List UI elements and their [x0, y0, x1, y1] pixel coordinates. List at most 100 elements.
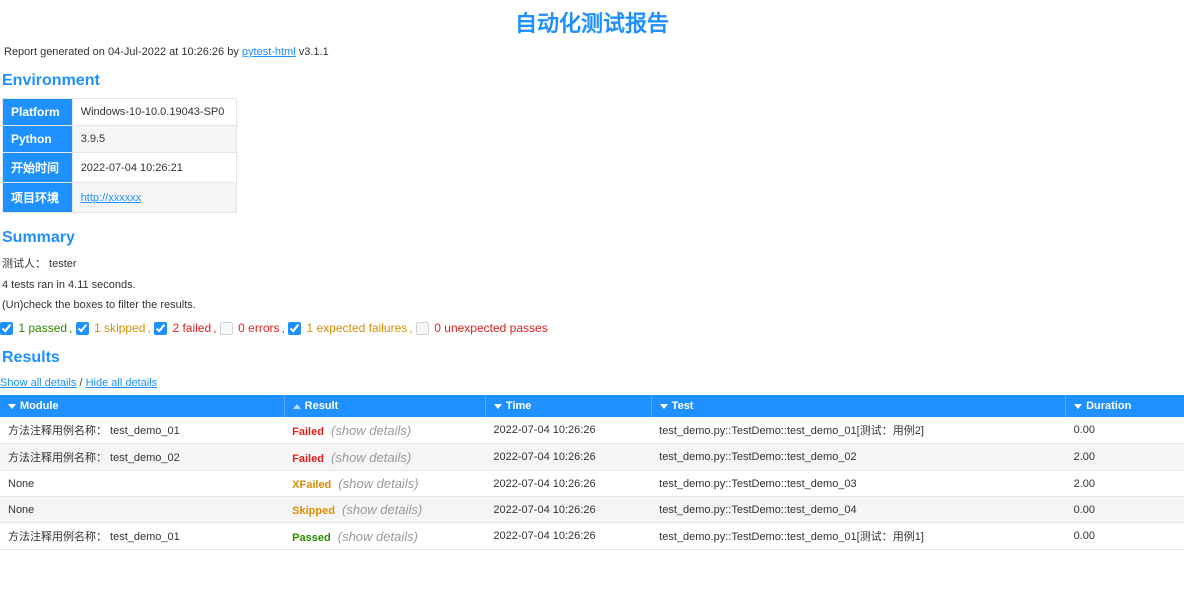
col-module-header[interactable]: Module [0, 395, 284, 417]
generated-prefix: Report generated on 04-Jul-2022 at 10:26… [4, 46, 242, 58]
cell-time: 2022-07-04 10:26:26 [485, 417, 651, 444]
col-duration-header[interactable]: Duration [1066, 395, 1184, 417]
show-all-details-link[interactable]: Show all details [0, 377, 76, 389]
comma: , [69, 321, 76, 335]
filter-passed-checkbox[interactable] [0, 322, 13, 335]
filter-xpass-label: 0 unexpected passes [434, 321, 547, 335]
filter-errors-checkbox [220, 322, 233, 335]
sort-down-icon [8, 404, 16, 409]
filter-errors: 0 errors [220, 321, 280, 335]
filter-xpass-checkbox [416, 322, 429, 335]
cell-duration: 0.00 [1066, 497, 1184, 523]
col-time-label: Time [506, 400, 531, 412]
environment-heading: Environment [0, 66, 1184, 98]
filter-failed-label: 2 failed [172, 321, 211, 335]
cell-test: test_demo.py::TestDemo::test_demo_04 [651, 497, 1065, 523]
detail-links: Show all details / Hide all details [0, 375, 1184, 395]
env-key: 开始时间 [3, 153, 73, 183]
sort-up-icon [293, 404, 301, 409]
cell-time: 2022-07-04 10:26:26 [485, 497, 651, 523]
environment-table: PlatformWindows-10-10.0.19043-SP0Python3… [2, 98, 237, 213]
cell-module: 方法注释用例名称： test_demo_01 [0, 523, 284, 550]
pytest-html-link[interactable]: pytest-html [242, 46, 296, 58]
filter-passed[interactable]: 1 passed [0, 321, 67, 335]
show-details-link[interactable]: (show details) [331, 423, 411, 438]
filter-failed[interactable]: 2 failed [154, 321, 211, 335]
comma: , [213, 321, 220, 335]
show-details-link[interactable]: (show details) [342, 502, 422, 517]
cell-test: test_demo.py::TestDemo::test_demo_02 [651, 444, 1065, 471]
run-line: 4 tests ran in 4.11 seconds. [0, 279, 1184, 299]
filter-errors-label: 0 errors [238, 321, 279, 335]
status-badge: Failed [292, 426, 324, 438]
cell-module: None [0, 497, 284, 523]
results-table: Module Result Time Test Duration 方法注释用例名… [0, 395, 1184, 550]
filter-skipped-label: 1 skipped [94, 321, 145, 335]
filter-skipped[interactable]: 1 skipped [76, 321, 146, 335]
col-test-header[interactable]: Test [651, 395, 1065, 417]
cell-time: 2022-07-04 10:26:26 [485, 523, 651, 550]
table-row: 方法注释用例名称： test_demo_01 Passed (show detai… [0, 523, 1184, 550]
col-module-label: Module [20, 400, 59, 412]
cell-duration: 0.00 [1066, 523, 1184, 550]
col-time-header[interactable]: Time [485, 395, 651, 417]
filter-passed-label: 1 passed [18, 321, 67, 335]
show-details-link[interactable]: (show details) [338, 476, 418, 491]
generated-version: v3.1.1 [296, 46, 329, 58]
env-key: Platform [3, 99, 73, 126]
cell-test: test_demo.py::TestDemo::test_demo_01[测试：… [651, 417, 1065, 444]
env-row: PlatformWindows-10-10.0.19043-SP0 [3, 99, 237, 126]
env-row: 项目环境 http://xxxxxx [3, 183, 237, 213]
detail-links-sep: / [76, 377, 85, 389]
env-key: 项目环境 [3, 183, 73, 213]
col-test-label: Test [672, 400, 694, 412]
filter-xfail-checkbox[interactable] [288, 322, 301, 335]
env-value: 2022-07-04 10:26:21 [72, 153, 237, 183]
status-badge: XFailed [292, 479, 331, 491]
filter-failed-checkbox[interactable] [154, 322, 167, 335]
cell-test: test_demo.py::TestDemo::test_demo_03 [651, 471, 1065, 497]
sort-down-icon [1074, 404, 1082, 409]
cell-duration: 0.00 [1066, 417, 1184, 444]
cell-test: test_demo.py::TestDemo::test_demo_01[测试：… [651, 523, 1065, 550]
filter-xfail-label: 1 expected failures [307, 321, 408, 335]
cell-module: 方法注释用例名称： test_demo_01 [0, 417, 284, 444]
table-row: 方法注释用例名称： test_demo_01Failed (show detai… [0, 417, 1184, 444]
filter-xfail[interactable]: 1 expected failures [288, 321, 407, 335]
col-result-header[interactable]: Result [284, 395, 485, 417]
cell-result: Failed (show details) [284, 417, 485, 444]
sort-down-icon [660, 404, 668, 409]
sort-down-icon [494, 404, 502, 409]
env-key: Python [3, 126, 73, 153]
cell-duration: 2.00 [1066, 444, 1184, 471]
table-row: 方法注释用例名称： test_demo_02Failed (show detai… [0, 444, 1184, 471]
tester-line: 测试人： tester [0, 255, 1184, 279]
comma: , [409, 321, 416, 335]
cell-result: Failed (show details) [284, 444, 485, 471]
env-row: Python3.9.5 [3, 126, 237, 153]
env-row: 开始时间2022-07-04 10:26:21 [3, 153, 237, 183]
filter-bar: 1 passed, 1 skipped, 2 failed, 0 errors,… [0, 319, 1184, 343]
filter-xpass: 0 unexpected passes [416, 321, 548, 335]
cell-module: None [0, 471, 284, 497]
summary-heading: Summary [0, 223, 1184, 255]
env-value: 3.9.5 [72, 126, 237, 153]
table-row: None Skipped (show details) 2022-07-04 10:… [0, 497, 1184, 523]
col-duration-label: Duration [1086, 400, 1131, 412]
show-details-link[interactable]: (show details) [338, 529, 418, 544]
show-details-link[interactable]: (show details) [331, 450, 411, 465]
cell-module: 方法注释用例名称： test_demo_02 [0, 444, 284, 471]
filter-skipped-checkbox[interactable] [76, 322, 89, 335]
cell-duration: 2.00 [1066, 471, 1184, 497]
results-heading: Results [0, 343, 1184, 375]
cell-time: 2022-07-04 10:26:26 [485, 444, 651, 471]
hide-all-details-link[interactable]: Hide all details [86, 377, 158, 389]
env-link[interactable]: http://xxxxxx [81, 192, 142, 204]
status-badge: Passed [292, 532, 331, 544]
status-badge: Skipped [292, 505, 335, 517]
filter-hint: (Un)check the boxes to filter the result… [0, 299, 1184, 319]
page-title: 自动化测试报告 [0, 0, 1184, 46]
generated-line: Report generated on 04-Jul-2022 at 10:26… [0, 46, 1184, 66]
env-value: http://xxxxxx [72, 183, 237, 213]
env-value: Windows-10-10.0.19043-SP0 [72, 99, 237, 126]
